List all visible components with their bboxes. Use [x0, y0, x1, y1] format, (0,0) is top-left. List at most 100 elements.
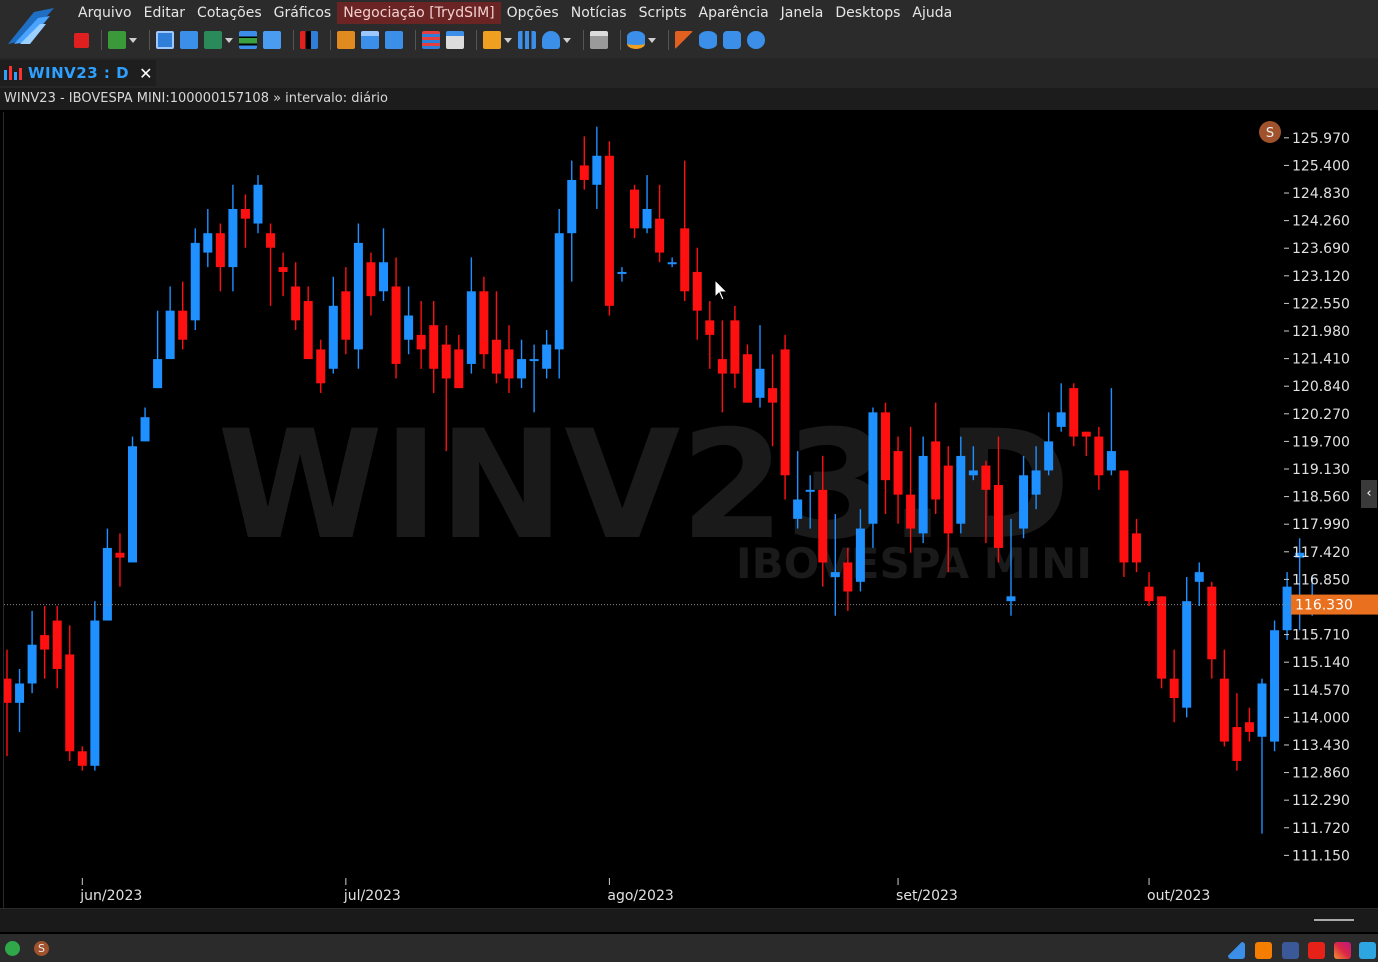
collapse-panel-button[interactable]: ‹: [1361, 480, 1377, 508]
database-button[interactable]: [627, 29, 656, 51]
candle-body: [416, 334, 426, 350]
candle-body: [692, 271, 702, 311]
candle-body: [165, 310, 175, 360]
tab-chart[interactable]: WINV23 : D ✕: [0, 60, 156, 86]
candle-body: [190, 242, 200, 321]
bars-horizontal-icon: [239, 31, 257, 49]
menu-item-5[interactable]: Opções: [501, 2, 565, 24]
candle-body: [1257, 683, 1267, 737]
money-button[interactable]: [108, 29, 137, 51]
candlestick-chart[interactable]: WINV23.D IBOVESPA MINI 125.970125.400124…: [2, 112, 1378, 908]
candle: [1094, 426, 1104, 490]
list-button[interactable]: [385, 29, 403, 51]
candle: [1144, 572, 1154, 607]
candle-body: [755, 368, 765, 398]
chart-button[interactable]: [518, 29, 536, 51]
table-button[interactable]: [422, 29, 440, 51]
user-button[interactable]: [542, 29, 571, 51]
folder-button[interactable]: [483, 29, 512, 51]
candle-body: [717, 359, 727, 374]
volume-button[interactable]: [239, 29, 257, 51]
candle-body: [1207, 586, 1217, 660]
plugin-button[interactable]: [723, 29, 741, 51]
window-button[interactable]: [361, 29, 379, 51]
candle-body: [240, 208, 250, 219]
tryd-icon[interactable]: [1228, 942, 1245, 959]
candle: [278, 252, 288, 297]
candle-body: [818, 489, 828, 563]
candle-body: [968, 470, 978, 476]
candle: [1207, 581, 1217, 679]
menu-item-9[interactable]: Janela: [775, 2, 830, 24]
youtube-icon[interactable]: [1308, 942, 1325, 959]
candle-body: [1106, 451, 1116, 471]
candle: [15, 668, 25, 732]
menu-item-4[interactable]: Negociação [TrydSIM]: [337, 2, 501, 24]
tree-button[interactable]: [337, 29, 355, 51]
hammer-button[interactable]: [675, 29, 693, 51]
price-tick-label: 123.690: [1292, 241, 1350, 257]
menu-item-10[interactable]: Desktops: [829, 2, 906, 24]
facebook-icon[interactable]: [1282, 942, 1299, 959]
settings-button[interactable]: [747, 29, 765, 51]
telegram-icon[interactable]: [1359, 942, 1376, 959]
menu-item-7[interactable]: Scripts: [633, 2, 693, 24]
candle-body: [1056, 412, 1066, 427]
candle-body: [554, 233, 564, 350]
scrollbar-thumb[interactable]: [1314, 919, 1354, 921]
candle: [228, 184, 238, 292]
menu-item-8[interactable]: Aparência: [693, 2, 775, 24]
candle-body: [742, 354, 752, 403]
price-tick-label: 117.420: [1292, 545, 1350, 561]
candle-body: [1006, 596, 1016, 602]
candle: [404, 286, 414, 355]
bar-chart-icon: [518, 31, 536, 49]
time-tick-label: jun/2023: [79, 888, 142, 904]
time-axis: jun/2023 jul/2023 ago/2023 set/2023 out/2023: [79, 878, 1210, 904]
price-tick-label: 120.840: [1292, 379, 1350, 395]
menu-item-1[interactable]: Editar: [138, 2, 191, 24]
book-button[interactable]: [180, 29, 198, 51]
price-tick-label: 114.000: [1292, 710, 1350, 726]
price-tick-label: 113.430: [1292, 738, 1350, 754]
chart-scrollbar[interactable]: [0, 908, 1378, 932]
list-icon: [385, 31, 403, 49]
trades-button[interactable]: [300, 29, 318, 51]
instagram-icon[interactable]: [1334, 942, 1351, 959]
panel-button[interactable]: [590, 29, 608, 51]
candle-body: [1157, 596, 1167, 679]
quotes-button[interactable]: [156, 29, 174, 51]
sim-status-icon[interactable]: S: [34, 941, 49, 956]
menu-item-2[interactable]: Cotações: [191, 2, 268, 24]
layout-button[interactable]: [263, 29, 281, 51]
menu-item-11[interactable]: Ajuda: [906, 2, 958, 24]
candle-body: [291, 286, 301, 321]
price-tick-label: 124.260: [1292, 214, 1350, 230]
tab-title: WINV23 : D: [28, 64, 130, 82]
price-tick-label: 115.710: [1292, 628, 1350, 644]
candle: [655, 184, 665, 263]
price-tick-label: 123.120: [1292, 269, 1350, 285]
time-tick-label: ago/2023: [607, 888, 673, 904]
candle-body: [780, 349, 790, 476]
close-icon[interactable]: ✕: [139, 64, 152, 83]
candle-body: [1244, 722, 1254, 732]
dollar-button[interactable]: [204, 29, 233, 51]
storage-button[interactable]: [699, 29, 717, 51]
candle: [780, 334, 790, 500]
blog-icon[interactable]: [1255, 942, 1272, 959]
menu-item-6[interactable]: Notícias: [565, 2, 633, 24]
price-tick-label: 111.720: [1292, 821, 1350, 837]
stop-button[interactable]: [74, 29, 89, 51]
candle: [604, 141, 614, 316]
price-tick-label: 122.550: [1292, 296, 1350, 312]
menu-item-3[interactable]: Gráficos: [268, 2, 338, 24]
price-axis: 125.970 125.400 124.830 124.260 123.690 123.1…: [1284, 131, 1350, 864]
chart-area[interactable]: WINV23.D IBOVESPA MINI 125.970 125.400 124…: [2, 112, 1378, 908]
candle: [178, 281, 188, 350]
menu-item-0[interactable]: Arquivo: [72, 2, 138, 24]
candle: [366, 252, 376, 316]
calendar-button[interactable]: [446, 29, 464, 51]
candle: [730, 305, 740, 389]
puzzle-icon: [723, 31, 741, 49]
